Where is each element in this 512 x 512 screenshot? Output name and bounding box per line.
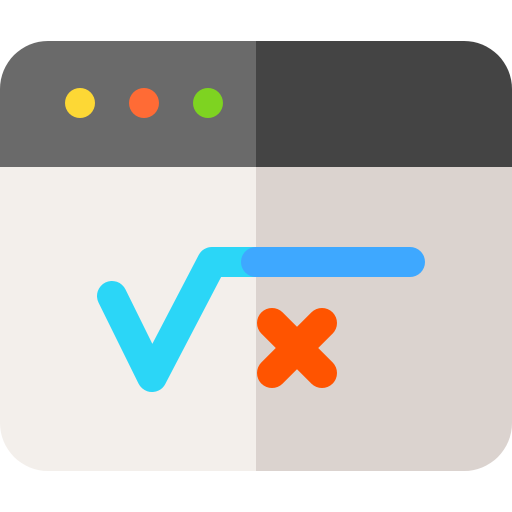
multiply-cross-icon (257, 308, 337, 388)
window-dot-yellow (65, 88, 95, 118)
content-right-half (256, 167, 512, 471)
window-dot-orange (129, 88, 159, 118)
window-dot-green (193, 88, 223, 118)
math-formula-browser-window-icon (0, 41, 512, 471)
icon-canvas (0, 0, 512, 512)
titlebar-right-half (256, 41, 512, 167)
